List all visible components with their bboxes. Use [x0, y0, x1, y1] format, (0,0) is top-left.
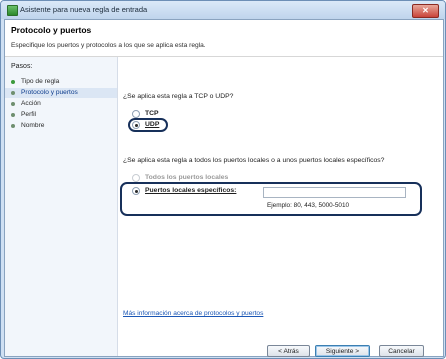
step-label: Nombre — [21, 122, 45, 129]
radio-udp[interactable] — [132, 121, 140, 129]
protocol-question: ¿Se aplica esta regla a TCP o UDP? — [123, 93, 234, 100]
page-title: Protocolo y puertos — [11, 25, 92, 35]
step-bullet-icon — [11, 91, 15, 95]
step-tipo-de-regla[interactable]: Tipo de regla — [5, 77, 117, 87]
udp-label[interactable]: UDP — [145, 121, 159, 128]
ports-question: ¿Se aplica esta regla a todos los puerto… — [123, 157, 385, 164]
steps-title: Pasos: — [11, 63, 33, 70]
learn-more-link[interactable]: Más información acerca de protocolos y p… — [123, 310, 263, 317]
step-bullet-icon — [11, 113, 15, 117]
radio-all-ports[interactable] — [132, 174, 140, 182]
close-button[interactable]: ✕ — [412, 4, 439, 18]
step-nombre[interactable]: Nombre — [5, 121, 117, 131]
step-bullet-icon — [11, 102, 15, 106]
steps-sidebar: Pasos: Tipo de regla Protocolo y puertos… — [5, 57, 118, 356]
step-protocolo-y-puertos[interactable]: Protocolo y puertos — [5, 88, 117, 98]
specific-ports-label[interactable]: Puertos locales específicos: — [145, 187, 236, 194]
step-perfil[interactable]: Perfil — [5, 110, 117, 120]
ports-example-text: Ejemplo: 80, 443, 5000-5010 — [267, 202, 350, 209]
firewall-icon — [7, 5, 18, 16]
back-button[interactable]: < Atrás — [267, 345, 310, 357]
step-accion[interactable]: Acción — [5, 99, 117, 109]
next-button[interactable]: Siguiente > — [315, 345, 370, 357]
title-bar[interactable]: Asistente para nueva regla de entrada ✕ — [1, 1, 445, 19]
step-bullet-icon — [11, 80, 15, 84]
specific-ports-input[interactable] — [263, 187, 406, 198]
step-label: Perfil — [21, 111, 37, 118]
wizard-header: Protocolo y puertos Especifique los puer… — [5, 20, 443, 57]
step-label: Protocolo y puertos — [21, 89, 78, 96]
wizard-client-area: Protocolo y puertos Especifique los puer… — [4, 19, 444, 357]
wizard-window: Asistente para nueva regla de entrada ✕ … — [0, 0, 446, 359]
tcp-label[interactable]: TCP — [145, 110, 159, 117]
radio-tcp[interactable] — [132, 110, 140, 118]
window-title: Asistente para nueva regla de entrada — [20, 5, 148, 14]
cancel-button[interactable]: Cancelar — [379, 345, 424, 357]
step-bullet-icon — [11, 124, 15, 128]
all-ports-label[interactable]: Todos los puertos locales — [145, 174, 228, 181]
step-label: Acción — [21, 100, 41, 107]
step-label: Tipo de regla — [21, 78, 60, 85]
radio-specific-ports[interactable] — [132, 187, 140, 195]
wizard-content: ¿Se aplica esta regla a TCP o UDP? TCP U… — [118, 57, 443, 357]
page-description: Especifique los puertos y protocolos a l… — [11, 42, 206, 49]
